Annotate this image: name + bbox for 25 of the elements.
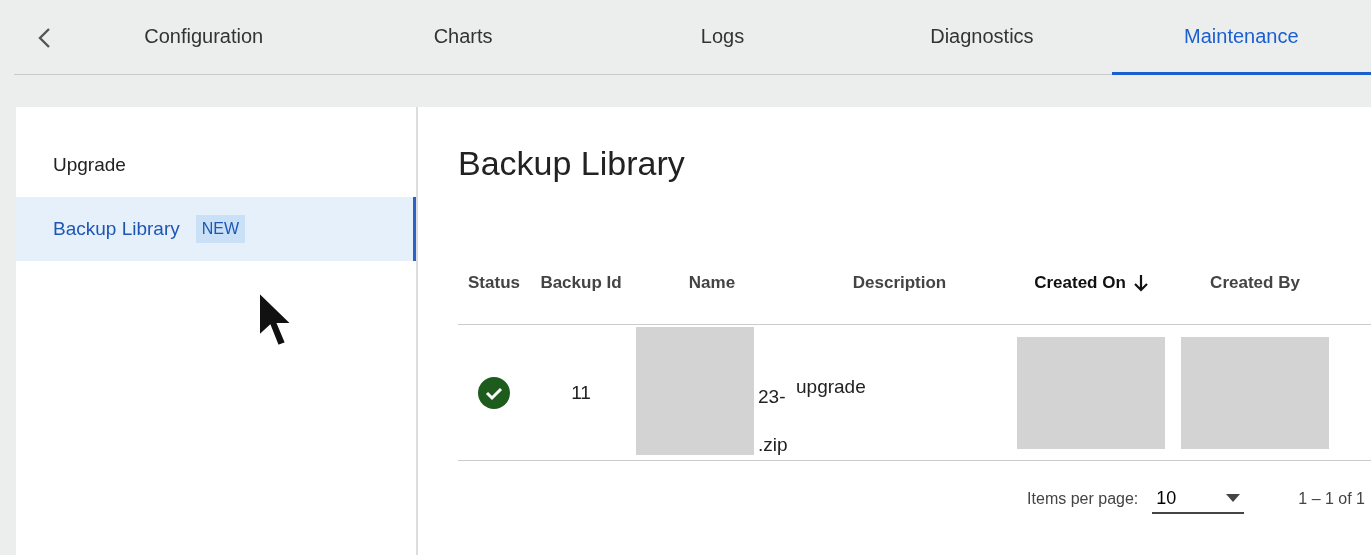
column-header[interactable]: Backup Id [530,241,632,324]
sidebar-item[interactable]: Backup Library NEW [16,197,416,261]
new-badge: NEW [195,215,246,243]
tab[interactable]: Diagnostics [852,0,1112,75]
column-header[interactable]: Description [792,241,1007,324]
back-icon [37,26,51,49]
column-header[interactable]: Created By [1175,241,1335,324]
dropdown-caret-icon [1226,494,1241,503]
tab[interactable]: Configuration [74,0,334,75]
column-header[interactable]: Name [632,241,792,324]
sort-arrow-icon [1133,273,1148,292]
table-cell-text: 11 [571,380,591,405]
page-title: Backup Library [458,143,686,184]
table-cell: upgrade [796,375,866,397]
tab[interactable]: Maintenance [1111,0,1371,75]
column-header[interactable]: Status [458,241,530,324]
table-cell-text: .zip [758,432,788,457]
table-cell-text: 23- [758,384,786,409]
items-per-page-label: Items per page: [1027,489,1139,510]
sidebar-item[interactable]: Upgrade [16,133,416,197]
page-size-select[interactable]: 10 [1152,484,1245,514]
tab[interactable]: Charts [333,0,593,75]
page-range: 1 – 1 of 1 [1298,489,1365,510]
tab[interactable]: Logs [592,0,853,75]
column-header[interactable]: Created On [1007,241,1175,324]
